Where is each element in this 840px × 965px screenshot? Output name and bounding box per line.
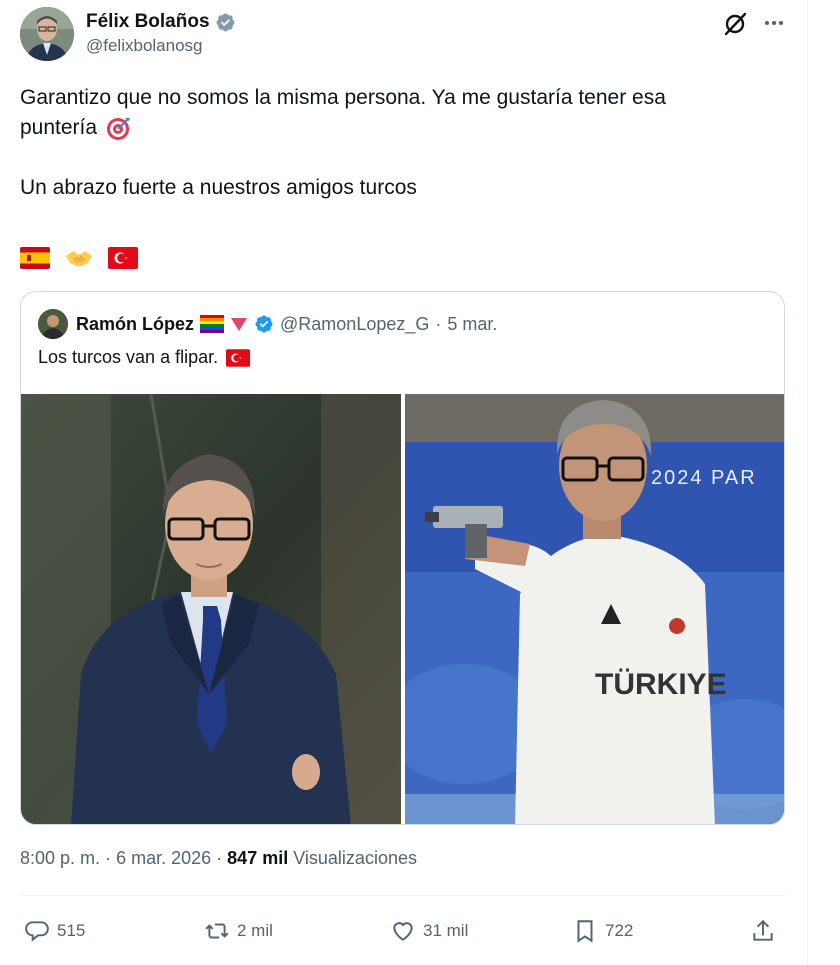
- tweet-meta: 8:00 p. m. · 6 mar. 2026 · 847 mil Visua…: [20, 848, 417, 869]
- quoted-display-name[interactable]: Ramón López: [76, 314, 194, 335]
- handshake-icon: [66, 251, 92, 266]
- quoted-separator: ·: [435, 313, 442, 334]
- bookmark-count: 722: [605, 921, 634, 940]
- tweet-time[interactable]: 8:00 p. m.: [20, 848, 100, 868]
- quoted-turkey-flag-icon: [226, 348, 251, 367]
- tweet-emoji-row: [20, 247, 138, 269]
- action-bar: 515 2 mil 31 mil 722: [20, 912, 785, 950]
- reply-button[interactable]: 515: [24, 918, 85, 944]
- spain-flag-icon: [20, 247, 50, 269]
- quoted-handle[interactable]: @RamonLopez_G: [280, 314, 429, 335]
- meta-separator: ·: [216, 848, 223, 868]
- quoted-media-grid: 2024 PAR TÜRKIYE: [21, 394, 785, 825]
- author-avatar[interactable]: [20, 7, 74, 61]
- media-photo-pistol-shooter[interactable]: 2024 PAR TÜRKIYE: [405, 394, 785, 825]
- tweet-header: Félix Bolaños @felixbolanosg: [20, 7, 790, 63]
- repost-count: 2 mil: [237, 921, 273, 940]
- tweet-line-2-text: puntería: [20, 116, 98, 139]
- reply-icon: [25, 921, 49, 942]
- column-border: [807, 0, 808, 965]
- like-button[interactable]: 31 mil: [390, 918, 468, 944]
- meta-separator: ·: [105, 848, 112, 868]
- tweet-body: Garantizo que no somos la misma persona.…: [20, 83, 780, 203]
- quoted-date[interactable]: 5 mar.: [447, 314, 497, 335]
- like-count: 31 mil: [423, 921, 469, 940]
- red-triangle-down-icon: [231, 318, 248, 331]
- author-display-name[interactable]: Félix Bolaños: [86, 11, 210, 33]
- bookmark-icon: [577, 920, 593, 943]
- rainbow-flag-icon: [200, 315, 225, 333]
- heart-icon: [393, 922, 413, 941]
- quoted-verified-badge-icon[interactable]: [254, 314, 274, 334]
- views-label: Visualizaciones: [293, 848, 417, 868]
- actions-divider: [20, 895, 785, 896]
- tweet-line-1: Garantizo que no somos la misma persona.…: [20, 86, 666, 109]
- reply-count: 515: [57, 921, 86, 940]
- views-count: 847 mil: [227, 848, 289, 868]
- quoted-text-content: Los turcos van a flipar.: [38, 347, 219, 367]
- repost-button[interactable]: 2 mil: [204, 918, 273, 944]
- direct-hit-emoji-icon: [107, 118, 131, 140]
- quoted-tweet-header: Ramón López @RamonLopez_G · 5 mar.: [38, 309, 497, 339]
- shirt-text: TÜRKIYE: [595, 668, 727, 701]
- share-icon: [753, 919, 773, 941]
- author-handle[interactable]: @felixbolanosg: [86, 36, 236, 56]
- more-options-icon[interactable]: [762, 11, 786, 35]
- grok-icon[interactable]: [722, 11, 748, 37]
- bookmark-button[interactable]: 722: [572, 918, 633, 944]
- turkey-flag-icon: [108, 247, 138, 269]
- share-button[interactable]: [750, 918, 776, 944]
- tweet-line-2: puntería: [20, 113, 780, 143]
- tweet-date[interactable]: 6 mar. 2026: [116, 848, 211, 868]
- repost-icon: [205, 923, 229, 939]
- quoted-tweet-card[interactable]: Ramón López @RamonLopez_G · 5 mar. Los t…: [20, 291, 785, 825]
- quoted-author-avatar[interactable]: [38, 309, 68, 339]
- verified-badge-icon[interactable]: [215, 12, 236, 33]
- banner-text-right: 2024 PAR: [651, 467, 757, 489]
- quoted-tweet-text: Los turcos van a flipar.: [38, 347, 251, 368]
- media-photo-suit-man[interactable]: [21, 394, 401, 825]
- tweet-line-3: Un abrazo fuerte a nuestros amigos turco…: [20, 176, 417, 199]
